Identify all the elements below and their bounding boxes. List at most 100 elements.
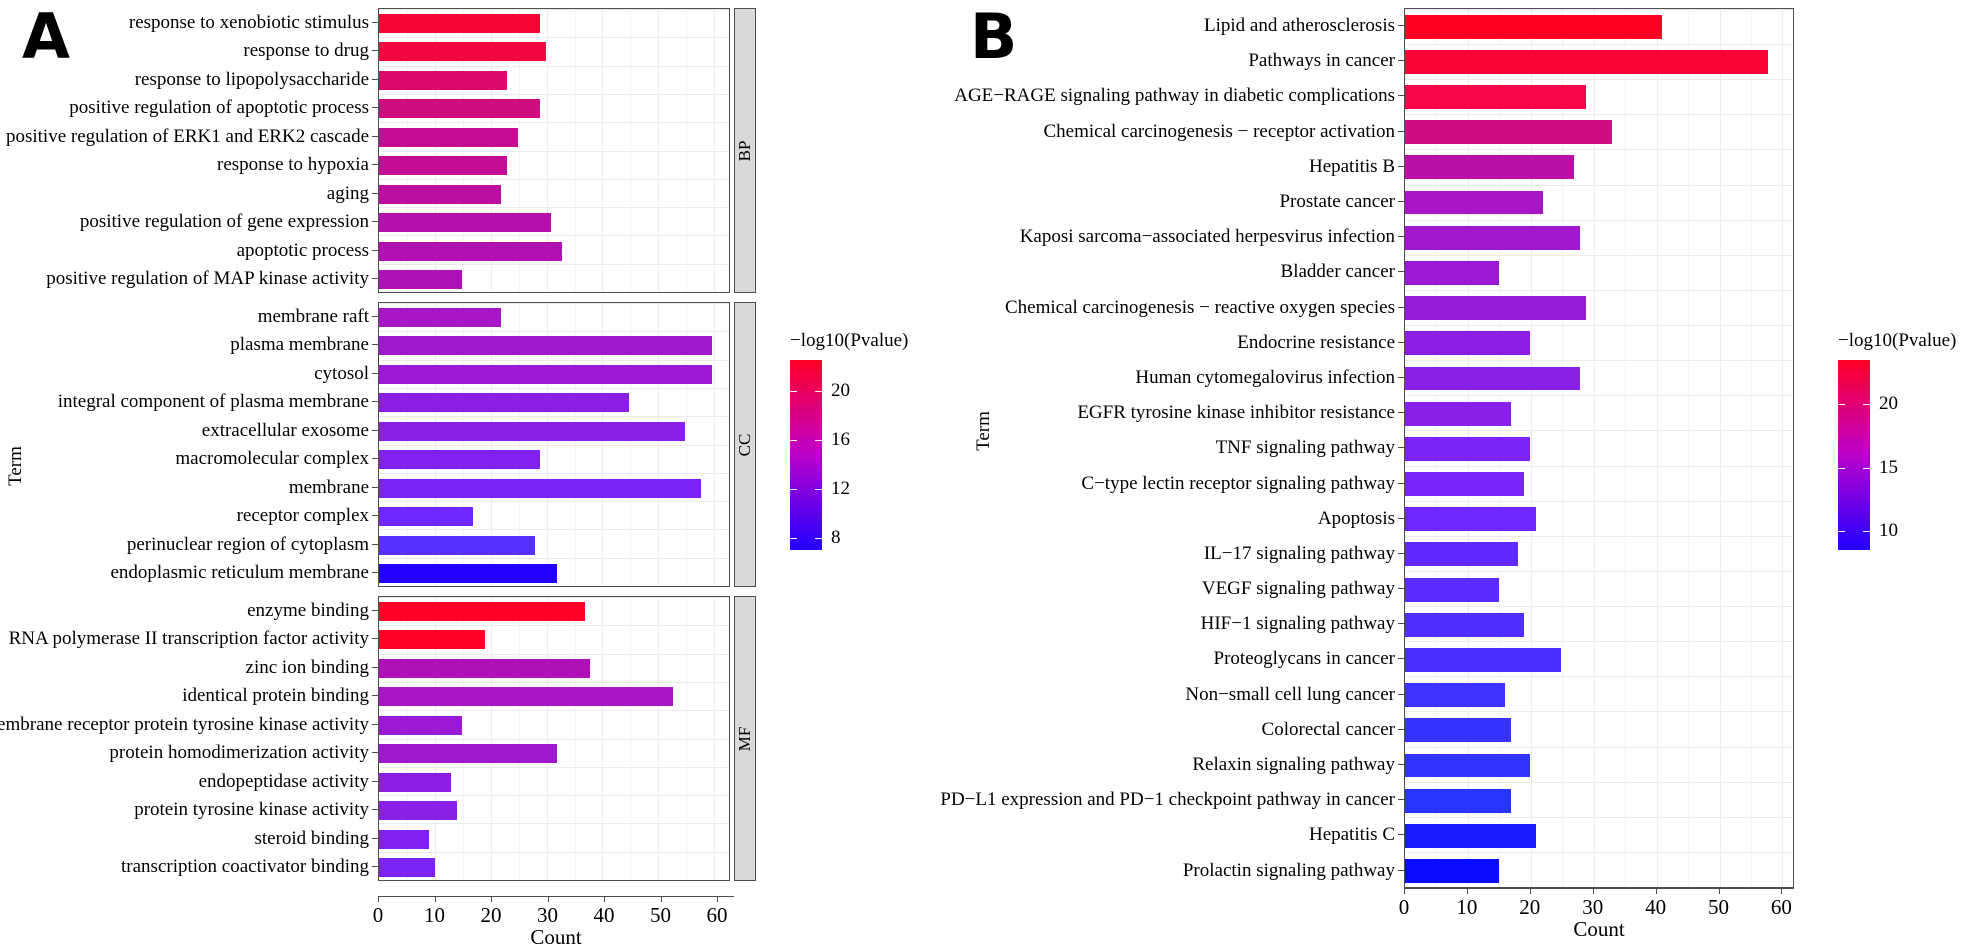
bar[interactable] [379, 241, 563, 261]
bar[interactable] [379, 70, 507, 90]
term-axis-label: extracellular exosome [26, 416, 378, 445]
term-axis-label: positive regulation of MAP kinase activi… [26, 265, 378, 294]
bar[interactable] [379, 336, 713, 356]
bar[interactable] [1405, 507, 1537, 532]
bar[interactable] [379, 658, 591, 678]
panel-a-x-axis-line [378, 896, 734, 897]
bar[interactable] [379, 42, 546, 62]
bar[interactable] [379, 127, 518, 147]
term-axis-label: Chemical carcinogenesis − reactive oxyge… [994, 290, 1404, 325]
bar-row [1405, 783, 1793, 818]
term-axis-label: Bladder cancer [994, 254, 1404, 289]
bar[interactable] [1405, 577, 1499, 602]
bar[interactable] [379, 270, 463, 290]
bar[interactable] [379, 364, 713, 384]
term-axis-label: Lipid and atherosclerosis [994, 8, 1404, 43]
bar-row [379, 360, 729, 389]
bar-row [379, 389, 729, 418]
legend-tick-mark [790, 488, 822, 490]
gridline-horizontal [379, 880, 729, 881]
facet-panel-bp: response to xenobiotic stimulus response … [6, 8, 756, 294]
bar[interactable] [1405, 753, 1531, 778]
bar[interactable] [379, 715, 463, 735]
bar[interactable] [1405, 296, 1587, 321]
term-axis-label: membrane raft [26, 302, 378, 331]
bar-row [1405, 291, 1793, 326]
bar-row [1405, 44, 1793, 79]
bar[interactable] [379, 184, 502, 204]
bar[interactable] [1405, 260, 1499, 285]
term-axis-label: aging [26, 179, 378, 208]
bar[interactable] [379, 393, 629, 413]
bar[interactable] [1405, 718, 1512, 743]
bar[interactable] [379, 535, 535, 555]
bar[interactable] [379, 421, 685, 441]
bar-row [379, 854, 729, 881]
bar[interactable] [379, 478, 702, 498]
gridline-horizontal [379, 292, 729, 293]
term-axis-label: Proteoglycans in cancer [994, 641, 1404, 676]
bar[interactable] [379, 507, 474, 527]
legend-tick-mark [790, 537, 822, 539]
bar[interactable] [379, 307, 502, 327]
bar[interactable] [1405, 401, 1512, 426]
bar[interactable] [379, 772, 452, 792]
bar[interactable] [1405, 155, 1574, 180]
x-tick-mark [1529, 888, 1531, 894]
bar[interactable] [379, 744, 557, 764]
bar[interactable] [379, 156, 507, 176]
bar[interactable] [1405, 49, 1768, 74]
bar[interactable] [1405, 190, 1543, 215]
term-axis-label: Hepatitis B [994, 149, 1404, 184]
facet-strip-mf: MF [734, 596, 756, 881]
bar[interactable] [379, 630, 485, 650]
panel-a-x-axis-title: Count [530, 925, 582, 949]
facet-strip-label: MF [735, 726, 754, 751]
bar-row [379, 417, 729, 446]
bar-row [1405, 854, 1793, 888]
bar[interactable] [1405, 366, 1581, 391]
bar[interactable] [379, 829, 429, 849]
bar[interactable] [1405, 85, 1587, 109]
bar[interactable] [379, 450, 541, 470]
bar[interactable] [379, 564, 557, 584]
bar[interactable] [1405, 120, 1612, 145]
panel-b-legend: −log10(Pvalue) 20 15 10 [1838, 330, 1956, 550]
bar[interactable] [1405, 436, 1531, 461]
bar[interactable] [1405, 859, 1499, 884]
bar[interactable] [379, 601, 585, 621]
bar[interactable] [379, 213, 552, 233]
bar[interactable] [1405, 683, 1506, 708]
bar-row [379, 503, 729, 532]
bar-plot-body [378, 302, 730, 587]
bar-row [379, 597, 729, 626]
bar[interactable] [1405, 331, 1531, 356]
legend-tick-label: 10 [1879, 520, 1898, 541]
bar[interactable] [1405, 612, 1524, 637]
bar[interactable] [1405, 823, 1537, 848]
term-label-column: membrane raft plasma membrane cytosol integ… [26, 302, 378, 587]
bar-row [1405, 79, 1793, 114]
bar[interactable] [379, 99, 541, 119]
bar[interactable] [1405, 225, 1581, 250]
term-axis-label: receptor complex [26, 502, 378, 531]
legend-tick-label: 15 [1879, 456, 1898, 478]
bar[interactable] [1405, 472, 1524, 496]
term-axis-label: Kaposi sarcoma−associated herpesvirus in… [994, 219, 1404, 254]
bar[interactable] [1405, 542, 1518, 567]
bar-row [379, 266, 729, 293]
bar-row [1405, 466, 1793, 501]
term-axis-label: positive regulation of apoptotic process [26, 94, 378, 123]
bar[interactable] [1405, 788, 1512, 813]
bar[interactable] [379, 801, 457, 821]
bar[interactable] [1405, 14, 1662, 39]
bar[interactable] [379, 13, 541, 33]
bar-row [379, 332, 729, 361]
panel-a-y-axis-title: Term [5, 446, 26, 486]
bar[interactable] [379, 858, 435, 878]
bar[interactable] [379, 687, 674, 707]
bar[interactable] [1405, 648, 1562, 672]
panel-a-legend-ticks: 20 16 12 8 [790, 360, 878, 550]
panel-b-legend-ticks: 20 15 10 [1838, 360, 1926, 550]
bar-row [1405, 150, 1793, 185]
